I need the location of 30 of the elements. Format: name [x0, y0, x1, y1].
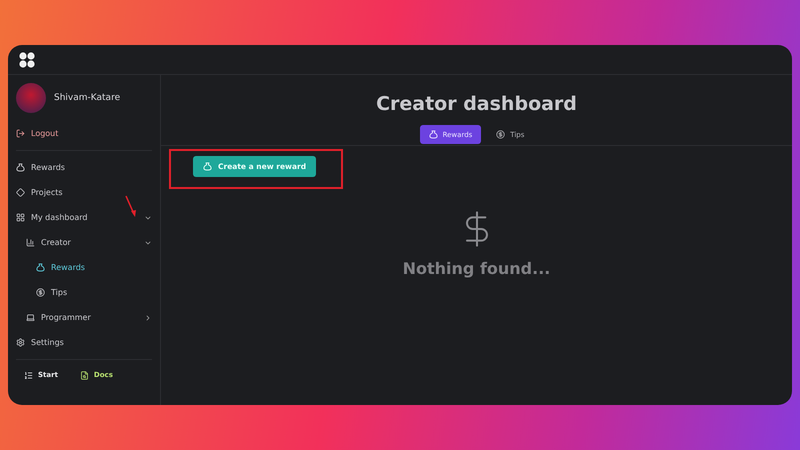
- nav-item[interactable]: Rewards: [16, 255, 152, 280]
- settings-icon: [16, 338, 25, 347]
- laptop-icon: [26, 313, 35, 322]
- nav-item[interactable]: Projects: [16, 180, 152, 205]
- bag-icon: [203, 162, 212, 171]
- logout-link[interactable]: Logout: [16, 121, 152, 146]
- nav-item[interactable]: Settings: [16, 330, 152, 355]
- dollar-coin-icon: [36, 288, 45, 297]
- document-icon: [80, 370, 89, 380]
- bag-icon: [16, 163, 25, 172]
- nav-item[interactable]: Tips: [16, 280, 152, 305]
- page-title: Creator dashboard: [376, 93, 577, 115]
- bag-icon: [428, 130, 438, 139]
- logo-icon: [18, 50, 36, 68]
- nav-item[interactable]: Creator: [16, 230, 152, 255]
- avatar: [16, 83, 46, 113]
- bar-chart-icon: [26, 238, 35, 247]
- empty-message: Nothing found...: [402, 259, 550, 278]
- chevron-right-icon: [144, 314, 152, 322]
- diamond-icon: [16, 188, 25, 197]
- logout-icon: [16, 129, 25, 138]
- bag-icon: [36, 263, 45, 272]
- nav-item[interactable]: My dashboard: [16, 205, 152, 230]
- dollar-coin-icon: [496, 130, 506, 139]
- user-name: Shivam-Katare: [54, 93, 120, 103]
- arrow-annotation: [124, 195, 138, 219]
- nav-item[interactable]: Programmer: [16, 305, 152, 330]
- grid-icon: [16, 213, 25, 222]
- nav-item[interactable]: Rewards: [16, 155, 152, 180]
- list-icon: [24, 370, 33, 380]
